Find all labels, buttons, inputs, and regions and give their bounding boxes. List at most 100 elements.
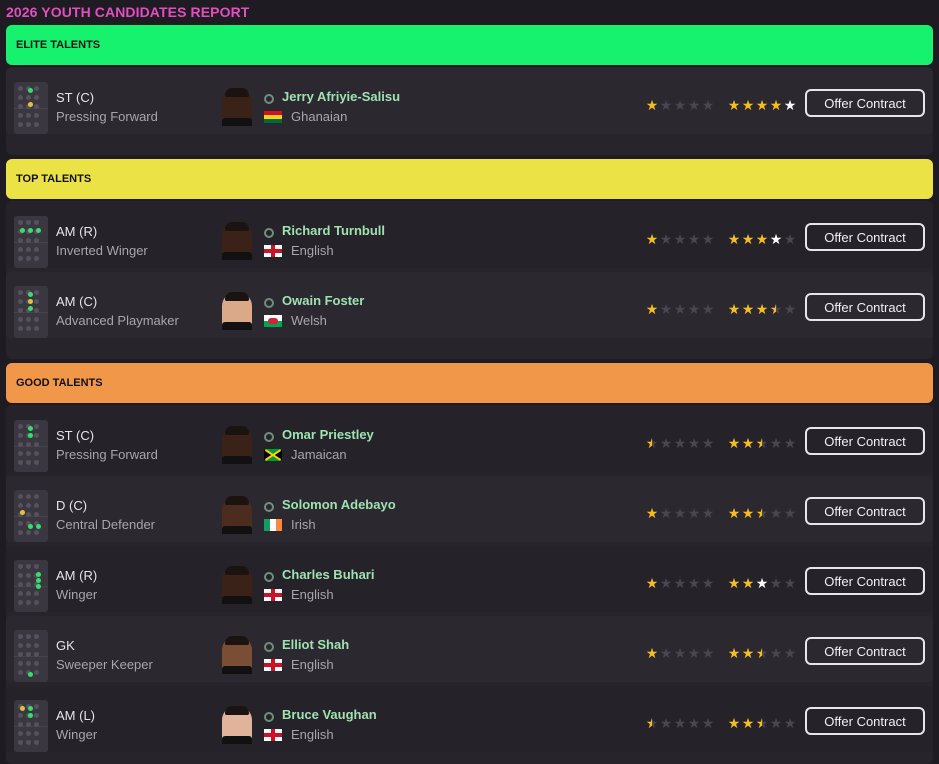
star-icon: ★: [645, 645, 659, 661]
offer-contract-button[interactable]: Offer Contract: [805, 427, 925, 455]
player-role: Inverted Winger: [56, 243, 148, 258]
player-row[interactable]: AM (R) Winger Charles Buhari English ★ ★ ★ ★ ★ ★ ★…: [6, 546, 933, 612]
position-pitch-icon: [14, 216, 48, 268]
player-nationality: Irish: [291, 517, 316, 532]
player-row[interactable]: GK Sweeper Keeper Elliot Shah English ★ ★ ★ ★ ★ ★…: [6, 616, 933, 682]
player-row[interactable]: ST (C) Pressing Forward Omar Priestley Jama…: [6, 406, 933, 472]
player-name[interactable]: Jerry Afriyie-Salisu: [282, 89, 400, 104]
offer-contract-button[interactable]: Offer Contract: [805, 567, 925, 595]
player-avatar: [222, 426, 252, 464]
player-name[interactable]: Elliot Shah: [282, 637, 349, 652]
star-icon: ★: [755, 505, 769, 521]
player-row[interactable]: AM (R) Inverted Winger Richard Turnbull Eng…: [6, 202, 933, 268]
star-icon: ★: [769, 301, 783, 317]
section-header-elite: ELITE TALENTS: [6, 25, 933, 65]
star-icon: ★: [769, 715, 783, 731]
star-icon: ★: [727, 231, 741, 247]
offer-contract-button[interactable]: Offer Contract: [805, 707, 925, 735]
star-icon: ★: [645, 575, 659, 591]
player-name[interactable]: Richard Turnbull: [282, 223, 385, 238]
position-pitch-icon: [14, 630, 48, 682]
player-role: Central Defender: [56, 517, 155, 532]
offer-contract-button[interactable]: Offer Contract: [805, 89, 925, 117]
star-icon: ★: [783, 505, 797, 521]
potential-ability-stars: ★ ★ ★ ★ ★: [727, 232, 797, 246]
star-icon: ★: [687, 97, 701, 113]
potential-ability-stars: ★ ★ ★ ★ ★: [727, 646, 797, 660]
player-position: GK: [56, 638, 75, 653]
player-name[interactable]: Charles Buhari: [282, 567, 374, 582]
star-icon: ★: [783, 645, 797, 661]
player-avatar: [222, 566, 252, 604]
offer-contract-button[interactable]: Offer Contract: [805, 223, 925, 251]
star-icon: ★: [645, 97, 659, 113]
player-position: AM (R): [56, 568, 98, 583]
offer-contract-button[interactable]: Offer Contract: [805, 637, 925, 665]
player-position: ST (C): [56, 90, 95, 105]
star-icon: ★: [727, 645, 741, 661]
star-icon: ★: [659, 715, 673, 731]
position-pitch-icon: [14, 700, 48, 752]
star-icon: ★: [769, 575, 783, 591]
star-icon: ★: [727, 301, 741, 317]
jamaica-flag-icon: [264, 449, 282, 461]
star-icon: ★: [687, 301, 701, 317]
person-icon: [264, 642, 274, 652]
current-ability-stars: ★ ★ ★ ★ ★: [645, 98, 715, 112]
wales-flag-icon: [264, 315, 282, 327]
player-name[interactable]: Solomon Adebayo: [282, 497, 396, 512]
offer-contract-button[interactable]: Offer Contract: [805, 497, 925, 525]
player-row[interactable]: D (C) Central Defender Solomon Adebayo Iris…: [6, 476, 933, 542]
star-icon: ★: [673, 715, 687, 731]
star-icon: ★: [741, 435, 755, 451]
star-icon: ★: [659, 97, 673, 113]
star-icon: ★: [741, 301, 755, 317]
star-icon: ★: [659, 435, 673, 451]
player-name[interactable]: Omar Priestley: [282, 427, 374, 442]
star-icon: ★: [741, 505, 755, 521]
star-icon: ★: [755, 645, 769, 661]
current-ability-stars: ★ ★ ★ ★ ★: [645, 506, 715, 520]
star-icon: ★: [727, 715, 741, 731]
star-icon: ★: [769, 645, 783, 661]
potential-ability-stars: ★ ★ ★ ★ ★: [727, 716, 797, 730]
player-avatar: [222, 636, 252, 674]
star-icon: ★: [727, 435, 741, 451]
player-role: Pressing Forward: [56, 447, 158, 462]
star-icon: ★: [783, 435, 797, 451]
star-icon: ★: [659, 505, 673, 521]
current-ability-stars: ★ ★ ★ ★ ★: [645, 436, 715, 450]
star-icon: ★: [741, 97, 755, 113]
potential-ability-stars: ★ ★ ★ ★ ★: [727, 576, 797, 590]
player-nationality: English: [291, 727, 334, 742]
star-icon: ★: [659, 231, 673, 247]
player-position: AM (L): [56, 708, 95, 723]
player-row[interactable]: ST (C) Pressing Forward Jerry Afriyie-Sali…: [6, 68, 933, 134]
star-icon: ★: [701, 715, 715, 731]
star-icon: ★: [769, 435, 783, 451]
position-pitch-icon: [14, 560, 48, 612]
player-row[interactable]: AM (L) Winger Bruce Vaughan English ★ ★ ★ ★ ★ ★ ★ ★…: [6, 686, 933, 752]
potential-ability-stars: ★ ★ ★ ★ ★: [727, 302, 797, 316]
player-name[interactable]: Bruce Vaughan: [282, 707, 377, 722]
person-icon: [264, 432, 274, 442]
star-icon: ★: [673, 435, 687, 451]
position-pitch-icon: [14, 420, 48, 472]
star-icon: ★: [783, 575, 797, 591]
section-header-good: GOOD TALENTS: [6, 363, 933, 403]
current-ability-stars: ★ ★ ★ ★ ★: [645, 302, 715, 316]
player-row[interactable]: AM (C) Advanced Playmaker Owain Foster Wels…: [6, 272, 933, 338]
offer-contract-button[interactable]: Offer Contract: [805, 293, 925, 321]
star-icon: ★: [673, 575, 687, 591]
person-icon: [264, 94, 274, 104]
player-avatar: [222, 292, 252, 330]
star-icon: ★: [755, 231, 769, 247]
star-icon: ★: [741, 645, 755, 661]
potential-ability-stars: ★ ★ ★ ★ ★: [727, 436, 797, 450]
player-name[interactable]: Owain Foster: [282, 293, 364, 308]
star-icon: ★: [645, 435, 659, 451]
star-icon: ★: [645, 231, 659, 247]
star-icon: ★: [673, 301, 687, 317]
england-flag-icon: [264, 729, 282, 741]
star-icon: ★: [701, 435, 715, 451]
